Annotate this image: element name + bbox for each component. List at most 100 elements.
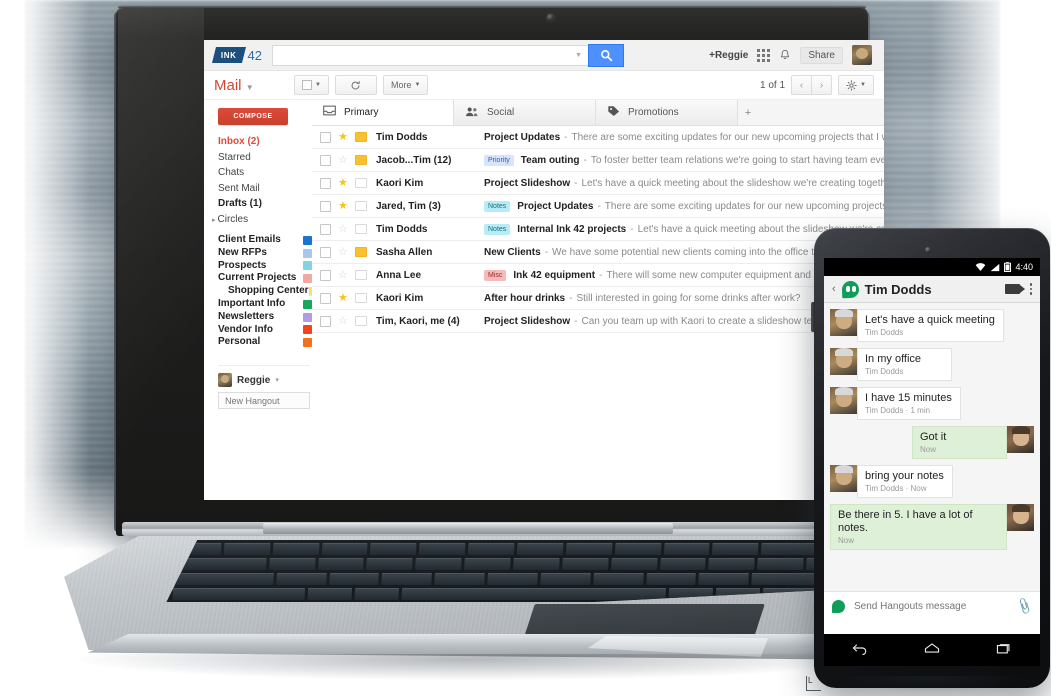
table-row[interactable]: ★ Kaori Kim Project Slideshow - Let's ha… <box>312 172 884 195</box>
sidebar-label-personal[interactable]: Personal <box>218 336 312 349</box>
table-row[interactable]: ☆ Sasha Allen New Clients - We have some… <box>312 241 884 264</box>
plus-account-link[interactable]: +Reggie <box>709 50 748 61</box>
message-meta: Tim Dodds · 1 min <box>865 406 931 415</box>
row-checkbox[interactable] <box>320 131 331 143</box>
importance-tag-icon[interactable] <box>355 201 367 211</box>
android-home-icon[interactable] <box>923 641 941 660</box>
settings-button[interactable]: ▼ <box>838 75 874 95</box>
row-checkbox[interactable] <box>320 200 331 212</box>
select-all-button[interactable]: ▼ <box>294 75 329 95</box>
table-row[interactable]: ☆ Tim, Kaori, me (4) Project Slideshow -… <box>312 310 884 333</box>
compose-button[interactable]: COMPOSE <box>218 108 288 125</box>
row-checkbox[interactable] <box>320 177 331 189</box>
share-button[interactable]: Share <box>800 46 843 64</box>
importance-tag-icon[interactable] <box>355 270 367 280</box>
row-checkbox[interactable] <box>320 292 331 304</box>
chevron-down-icon[interactable]: ▾ <box>275 376 279 384</box>
email-label-chip[interactable]: Misc <box>484 269 507 281</box>
tab-social[interactable]: Social <box>454 100 596 125</box>
table-row[interactable]: ☆ Tim Dodds Notes Internal Ink 42 projec… <box>312 218 884 241</box>
phone-volume-button[interactable] <box>811 302 815 332</box>
row-checkbox[interactable] <box>320 315 331 327</box>
sidebar-label-newsletters[interactable]: Newsletters <box>218 311 312 324</box>
sidebar-label-new-rfps[interactable]: New RFPs <box>218 247 312 260</box>
sidebar-item-sent-mail[interactable]: Sent Mail <box>218 181 312 197</box>
star-icon[interactable]: ☆ <box>338 269 349 281</box>
list-item[interactable]: bring your notes Tim Dodds · Now <box>824 465 1040 498</box>
table-row[interactable]: ☆ Anna Lee Misc Ink 42 equipment - There… <box>312 264 884 287</box>
search-box[interactable]: ▼ <box>272 44 588 66</box>
star-icon[interactable]: ☆ <box>338 246 349 258</box>
mail-dropdown[interactable]: Mail ▼ <box>214 77 294 94</box>
notification-bell-icon[interactable] <box>779 49 791 62</box>
importance-tag-icon[interactable] <box>355 293 367 303</box>
sidebar-label-vendor-info[interactable]: Vendor Info <box>218 324 312 337</box>
sidebar-label-client-emails[interactable]: Client Emails <box>218 234 312 247</box>
sidebar-item-circles[interactable]: ▸ Circles <box>212 212 312 229</box>
sidebar-label-current-projects[interactable]: Current Projects <box>218 272 312 285</box>
sidebar-label-shopping-center[interactable]: Shopping Center <box>218 285 312 298</box>
email-label-chip[interactable]: Notes <box>484 200 511 212</box>
row-checkbox[interactable] <box>320 269 331 281</box>
ink42-logo[interactable]: INK 42 <box>212 46 262 64</box>
message-input[interactable] <box>852 599 1011 613</box>
avatar[interactable] <box>852 45 872 65</box>
more-button[interactable]: More ▼ <box>382 75 429 95</box>
new-hangout-field[interactable] <box>218 392 344 410</box>
video-call-icon[interactable] <box>1004 284 1025 294</box>
importance-tag-icon[interactable] <box>355 178 367 188</box>
email-label-chip[interactable]: Priority <box>484 154 514 166</box>
star-icon[interactable]: ★ <box>338 131 349 143</box>
importance-tag-icon[interactable] <box>355 247 367 257</box>
add-tab-button[interactable]: + <box>738 100 758 125</box>
prev-page-button[interactable]: ‹ <box>791 75 813 95</box>
paperclip-icon[interactable]: 📎 <box>1015 596 1034 615</box>
row-checkbox[interactable] <box>320 223 331 235</box>
android-back-icon[interactable] <box>851 641 869 660</box>
star-icon[interactable]: ☆ <box>338 223 349 235</box>
star-icon[interactable]: ☆ <box>338 154 349 166</box>
star-icon[interactable]: ★ <box>338 177 349 189</box>
back-chevron-icon[interactable]: ‹ <box>832 283 836 295</box>
sidebar-item-chats[interactable]: Chats <box>218 165 312 181</box>
sidebar-label-prospects[interactable]: Prospects <box>218 260 312 273</box>
hangouts-me[interactable]: Reggie ▾ <box>218 365 310 388</box>
email-snippet: There are some exciting updates for our … <box>604 200 884 212</box>
table-row[interactable]: ★ Kaori Kim After hour drinks - Still in… <box>312 287 884 310</box>
table-row[interactable]: ★ Tim Dodds Project Updates - There are … <box>312 126 884 149</box>
table-row[interactable]: ☆ Jacob...Tim (12) Priority Team outing … <box>312 149 884 172</box>
list-item[interactable]: I have 15 minutes Tim Dodds · 1 min <box>824 387 1040 420</box>
refresh-button[interactable] <box>334 75 377 95</box>
tab-primary[interactable]: Primary <box>312 100 454 125</box>
chevron-right-icon[interactable]: ▸ <box>212 217 216 224</box>
apps-grid-icon[interactable] <box>757 48 771 62</box>
star-icon[interactable]: ★ <box>338 200 349 212</box>
importance-tag-icon[interactable] <box>355 316 367 326</box>
android-recents-icon[interactable] <box>995 641 1013 660</box>
row-checkbox[interactable] <box>320 154 331 166</box>
row-checkbox[interactable] <box>320 246 331 258</box>
list-item[interactable]: In my office Tim Dodds <box>824 348 1040 381</box>
star-icon[interactable]: ☆ <box>338 315 349 327</box>
sidebar-label-important-info[interactable]: Important Info <box>218 298 312 311</box>
search-input[interactable] <box>277 46 576 64</box>
next-page-button[interactable]: › <box>812 75 833 95</box>
list-item[interactable]: Got it Now <box>824 426 1040 459</box>
importance-tag-icon[interactable] <box>355 132 367 142</box>
importance-tag-icon[interactable] <box>355 224 367 234</box>
email-label-chip[interactable]: Notes <box>484 223 511 235</box>
search-button[interactable] <box>588 43 624 67</box>
sidebar-item-inbox-2[interactable]: Inbox (2) <box>218 134 312 150</box>
list-item[interactable]: Be there in 5. I have a lot of notes. No… <box>824 504 1040 550</box>
overflow-menu-icon[interactable] <box>1029 283 1032 295</box>
email-sender: Sasha Allen <box>376 246 433 258</box>
table-row[interactable]: ★ Jared, Tim (3) Notes Project Updates -… <box>312 195 884 218</box>
list-item[interactable]: Let's have a quick meeting Tim Dodds <box>824 309 1040 342</box>
message-list[interactable]: Let's have a quick meeting Tim Dodds In … <box>824 303 1040 591</box>
star-icon[interactable]: ★ <box>338 292 349 304</box>
search-options-icon[interactable]: ▼ <box>575 52 584 59</box>
importance-tag-icon[interactable] <box>355 155 367 165</box>
sidebar-item-drafts-1[interactable]: Drafts (1) <box>218 196 312 212</box>
tab-promotions[interactable]: Promotions <box>596 100 738 125</box>
sidebar-item-starred[interactable]: Starred <box>218 150 312 166</box>
